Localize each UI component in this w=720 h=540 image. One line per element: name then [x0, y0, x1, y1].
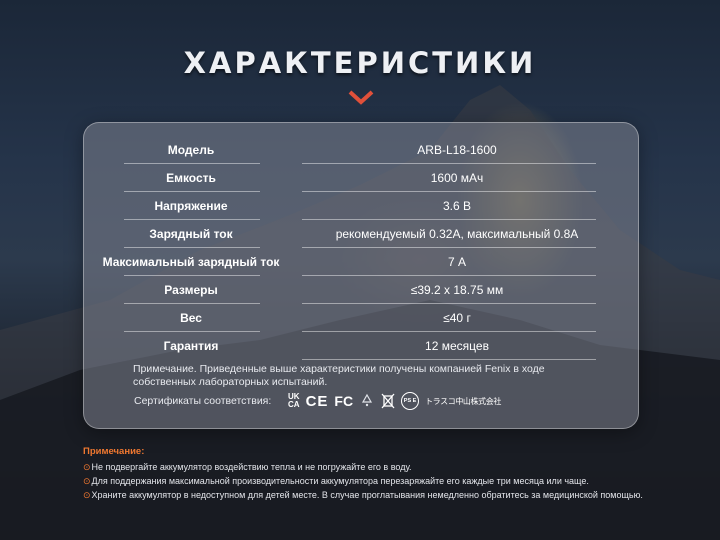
spec-label: Гарантия	[163, 338, 219, 353]
ukca-bottom: CA	[288, 400, 300, 409]
weee-bin-icon	[381, 393, 395, 409]
spec-label: Размеры	[164, 282, 218, 297]
spec-value: ≤39.2 x 18.75 мм	[410, 283, 504, 297]
note-text: Храните аккумулятор в недоступном для де…	[91, 490, 643, 500]
spec-row: Гарантия 12 месяцев	[84, 332, 638, 360]
spec-value: 7 А	[447, 255, 466, 269]
warning-circle-icon: ⊙	[83, 490, 91, 500]
spec-label: Модель	[167, 142, 215, 157]
chevron-down-icon	[348, 90, 374, 105]
spec-card: Модель ARB-L18-1600 Емкость 1600 мАч Нап…	[83, 122, 639, 429]
note-text: Не подвергайте аккумулятор воздействию т…	[91, 462, 412, 472]
spec-label: Максимальный зарядный ток	[102, 254, 280, 269]
notes-title: Примечание:	[83, 446, 145, 457]
spec-label: Напряжение	[154, 198, 228, 213]
lab-test-note: Примечание. Приведенные выше характерист…	[133, 363, 545, 388]
pse-mark: PS E	[401, 392, 420, 410]
spec-row: Напряжение 3.6 В	[84, 192, 638, 220]
spec-label: Зарядный ток	[149, 226, 233, 241]
spec-label: Вес	[180, 310, 202, 325]
spec-value: ARB-L18-1600	[417, 143, 497, 157]
spec-label: Емкость	[166, 170, 216, 185]
spec-value: рекомендуемый 0.32А, максимальный 0.8А	[335, 227, 579, 241]
spec-value: 3.6 В	[442, 199, 472, 213]
spec-value: 1600 мАч	[430, 171, 484, 185]
list-item: ⊙Для поддержания максимальной производит…	[83, 474, 703, 488]
ukca-mark: UK CA	[288, 393, 300, 409]
spec-row: Вес ≤40 г	[84, 304, 638, 332]
spec-row: Максимальный зарядный ток 7 А	[84, 248, 638, 276]
certs-label: Сертификаты соответствия:	[134, 395, 272, 407]
cert-logos: UK CA CE FC PS E トラスコ中山株式会社	[288, 391, 501, 411]
list-item: ⊙Не подвергайте аккумулятор воздействию …	[83, 460, 703, 474]
fcc-mark: FC	[334, 393, 354, 409]
notes-list: ⊙Не подвергайте аккумулятор воздействию …	[83, 460, 703, 502]
spec-row: Зарядный ток рекомендуемый 0.32А, максим…	[84, 220, 638, 248]
spec-row: Емкость 1600 мАч	[84, 164, 638, 192]
spec-row: Модель ARB-L18-1600	[84, 136, 638, 164]
importer-text: トラスコ中山株式会社	[425, 396, 501, 406]
spec-value: 12 месяцев	[425, 339, 489, 353]
spec-value: ≤40 г	[443, 311, 471, 325]
spec-row: Размеры ≤39.2 x 18.75 мм	[84, 276, 638, 304]
page-title: ХАРАКТЕРИСТИКИ	[183, 46, 537, 80]
list-item: ⊙Храните аккумулятор в недоступном для д…	[83, 488, 703, 502]
warning-circle-icon: ⊙	[83, 476, 91, 486]
row-divider	[302, 359, 596, 360]
warning-circle-icon: ⊙	[83, 462, 91, 472]
note-text: Для поддержания максимальной производите…	[91, 476, 589, 486]
recycle-icon	[362, 393, 373, 407]
ce-mark: CE	[305, 392, 329, 410]
